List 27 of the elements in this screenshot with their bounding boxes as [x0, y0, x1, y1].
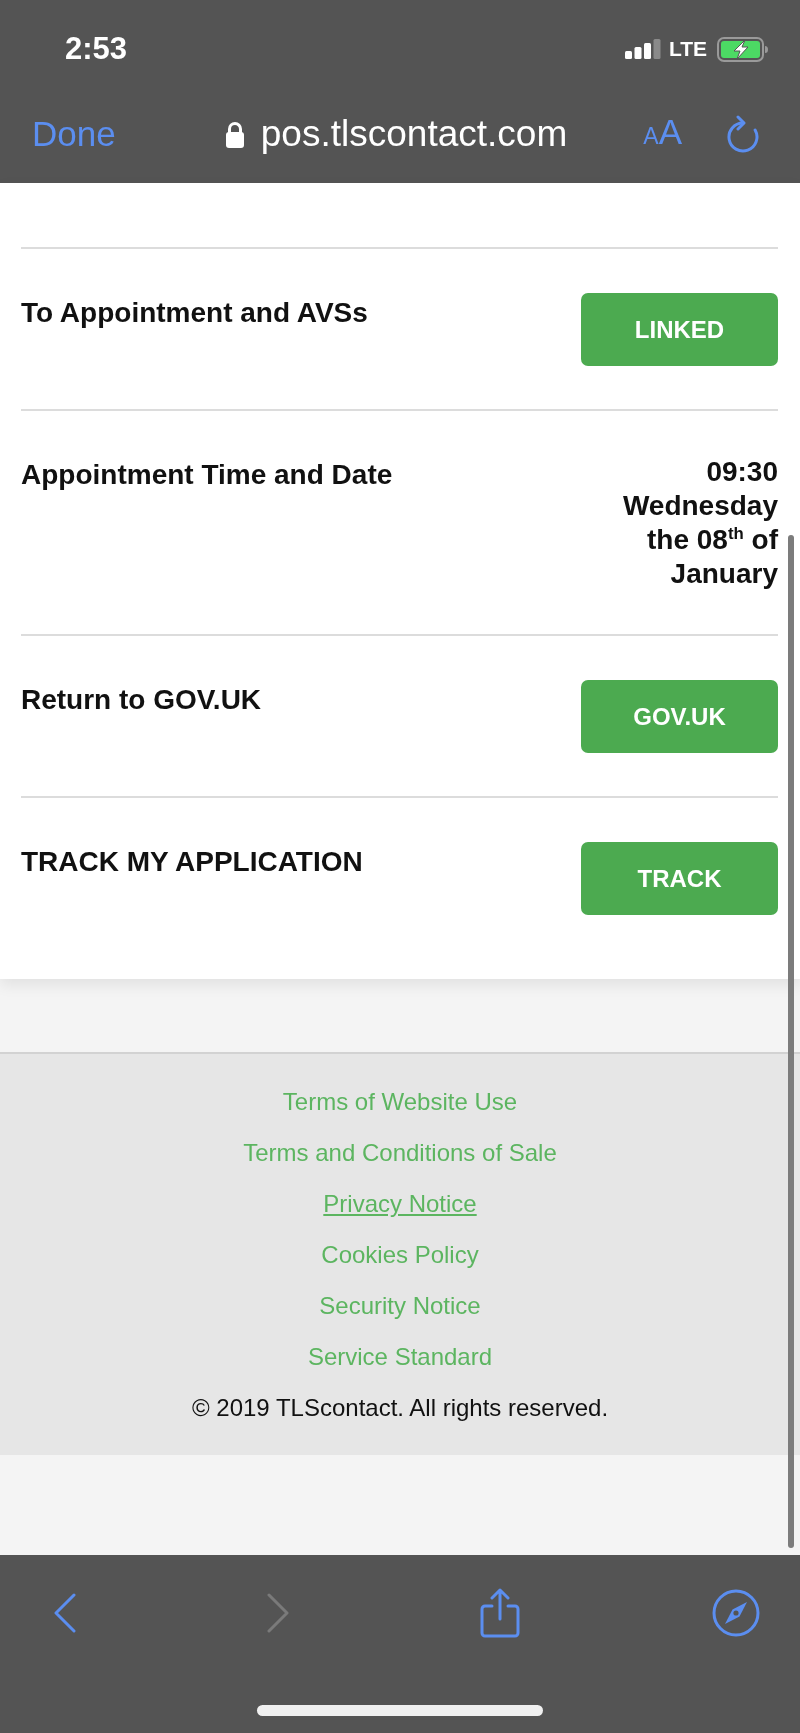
action-button[interactable]: LINKED [581, 293, 778, 366]
text-size-button[interactable]: AA [643, 111, 682, 156]
url-text[interactable]: pos.tlscontact.com [260, 112, 568, 155]
compass-icon[interactable] [711, 1589, 760, 1637]
footer-link[interactable]: Cookies Policy [321, 1229, 479, 1280]
share-icon[interactable] [479, 1587, 522, 1639]
row-label: Return to GOV.UK [21, 683, 262, 717]
back-icon[interactable] [54, 1593, 76, 1633]
footer-link[interactable]: Terms of Website Use [282, 1076, 518, 1127]
row-label: TRACK MY APPLICATION [21, 845, 363, 879]
footer-link[interactable]: Terms and Conditions of Sale [243, 1127, 557, 1178]
row-label: To Appointment and AVSs [21, 296, 368, 330]
status-time: 2:53 [65, 31, 128, 67]
network-label: LTE [668, 37, 707, 61]
footer-link[interactable]: Security Notice [319, 1280, 481, 1331]
row-label: Appointment Time and Date [21, 458, 393, 492]
copyright-text: © 2019 TLScontact. All rights reserved. [191, 1393, 609, 1423]
battery-icon [717, 36, 769, 62]
signal-icon [624, 39, 661, 59]
action-button[interactable]: TRACK [581, 842, 778, 915]
lock-icon [224, 119, 245, 148]
footer-link[interactable]: Privacy Notice [323, 1178, 477, 1229]
reload-icon[interactable] [726, 114, 760, 153]
date-time-text: 09:30 Wednesday the 08$^{th}$ of January [621, 455, 778, 591]
footer-link[interactable]: Service Standard [307, 1331, 493, 1382]
done-button[interactable]: Done [32, 113, 116, 154]
action-button[interactable]: GOV.UK [581, 680, 778, 753]
